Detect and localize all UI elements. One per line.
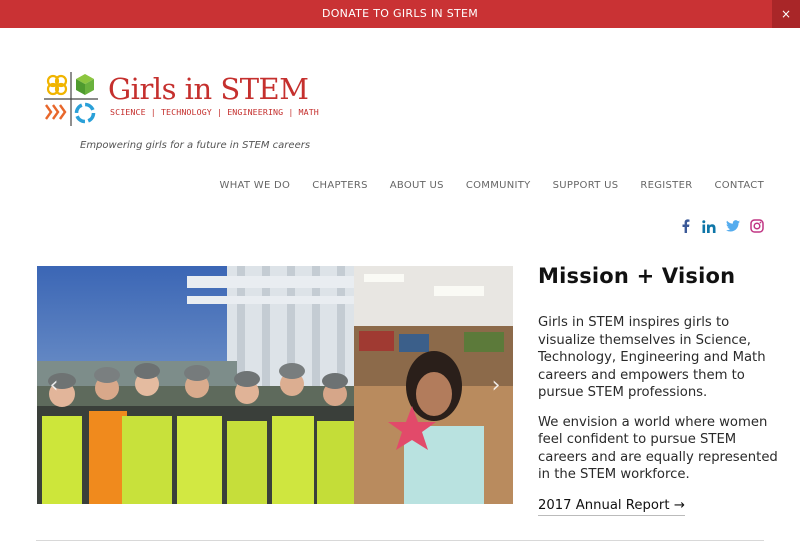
- logo-subtitle: SCIENCE | TECHNOLOGY | ENGINEERING | MAT…: [110, 107, 319, 117]
- nav-item-community[interactable]: COMMUNITY: [466, 180, 531, 191]
- site-tagline: Empowering girls for a future in STEM ca…: [80, 140, 311, 151]
- vision-paragraph: We envision a world where women feel con…: [538, 414, 778, 483]
- nav-item-about-us[interactable]: ABOUT US: [390, 180, 444, 191]
- carousel-prev-button[interactable]: ‹: [45, 374, 63, 398]
- logo-mark-icon: [44, 72, 98, 126]
- nav-item-register[interactable]: REGISTER: [640, 180, 692, 191]
- nav-item-chapters[interactable]: CHAPTERS: [312, 180, 368, 191]
- social-links: [678, 219, 764, 233]
- mission-paragraph: Girls in STEM inspires girls to visualiz…: [538, 315, 766, 400]
- photo-students-hardhats: [37, 266, 354, 504]
- mission-section: Mission + Vision Girls in STEM inspires …: [538, 264, 778, 516]
- nav-item-support-us[interactable]: SUPPORT US: [553, 180, 619, 191]
- instagram-icon[interactable]: [750, 219, 764, 233]
- main-nav: WHAT WE DO CHAPTERS ABOUT US COMMUNITY S…: [220, 180, 764, 191]
- facebook-icon[interactable]: [678, 219, 692, 233]
- carousel-next-button[interactable]: ›: [487, 374, 505, 398]
- donate-link[interactable]: DONATE TO GIRLS IN STEM: [0, 0, 800, 28]
- donate-banner: DONATE TO GIRLS IN STEM ×: [0, 0, 800, 28]
- linkedin-icon[interactable]: [702, 219, 716, 233]
- annual-report-link[interactable]: 2017 Annual Report →: [538, 498, 685, 516]
- close-banner-button[interactable]: ×: [772, 0, 800, 28]
- site-logo[interactable]: Girls in STEM SCIENCE | TECHNOLOGY | ENG…: [42, 70, 332, 128]
- twitter-icon[interactable]: [726, 219, 740, 233]
- image-carousel[interactable]: ‹ ›: [37, 266, 513, 504]
- mission-heading: Mission + Vision: [538, 264, 736, 288]
- section-divider: [36, 540, 764, 541]
- logo-title: Girls in STEM: [108, 72, 309, 106]
- nav-item-contact[interactable]: CONTACT: [714, 180, 764, 191]
- nav-item-what-we-do[interactable]: WHAT WE DO: [220, 180, 291, 191]
